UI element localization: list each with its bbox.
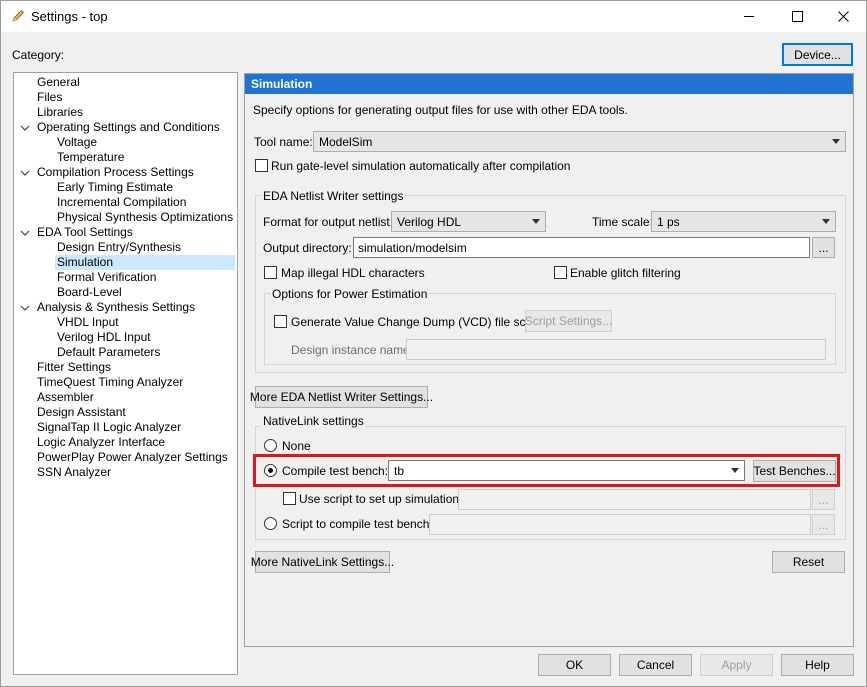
time-scale-label: Time scale: bbox=[592, 215, 653, 229]
cancel-button[interactable]: Cancel bbox=[619, 654, 692, 676]
tree-item[interactable]: Physical Synthesis Optimizations bbox=[55, 210, 235, 225]
settings-window: Settings - top Category: Device... Gener… bbox=[0, 0, 867, 687]
chevron-down-icon bbox=[532, 219, 540, 224]
nativelink-group-title: NativeLink settings bbox=[261, 414, 366, 428]
script-compile-input[interactable] bbox=[429, 514, 811, 535]
chevron-down-icon[interactable] bbox=[20, 303, 30, 313]
glitch-filter-label[interactable]: Enable glitch filtering bbox=[570, 266, 681, 280]
script-compile-browse-button[interactable]: ... bbox=[812, 514, 835, 535]
tree-item[interactable]: SignalTap II Logic Analyzer bbox=[35, 420, 183, 435]
tree-item[interactable]: Board-Level bbox=[55, 285, 124, 300]
use-script-input[interactable] bbox=[458, 489, 811, 510]
format-label: Format for output netlist: bbox=[263, 215, 394, 229]
power-group-title: Options for Power Estimation bbox=[270, 287, 430, 301]
tree-item[interactable]: Analysis & Synthesis Settings bbox=[35, 300, 197, 315]
run-gate-level-label[interactable]: Run gate-level simulation automatically … bbox=[271, 159, 570, 173]
map-illegal-checkbox[interactable] bbox=[264, 266, 277, 279]
tree-item[interactable]: TimeQuest Timing Analyzer bbox=[35, 375, 185, 390]
tree-item[interactable]: Verilog HDL Input bbox=[55, 330, 153, 345]
more-eda-settings-button[interactable]: More EDA Netlist Writer Settings... bbox=[250, 386, 433, 408]
output-dir-browse-button[interactable]: ... bbox=[812, 237, 835, 258]
panel-description: Specify options for generating output fi… bbox=[253, 103, 628, 117]
chevron-down-icon[interactable] bbox=[20, 228, 30, 238]
output-dir-input[interactable]: simulation/modelsim bbox=[353, 237, 810, 258]
maximize-button[interactable] bbox=[774, 1, 820, 32]
run-gate-level-checkbox[interactable] bbox=[255, 159, 268, 172]
tree-item[interactable]: Temperature bbox=[55, 150, 126, 165]
tree-item[interactable]: EDA Tool Settings bbox=[35, 225, 135, 240]
script-settings-button[interactable]: Script Settings... bbox=[525, 310, 612, 332]
title-bar: Settings - top bbox=[1, 1, 866, 32]
script-compile-radio[interactable] bbox=[264, 517, 277, 530]
map-illegal-label[interactable]: Map illegal HDL characters bbox=[281, 266, 425, 280]
more-nativelink-settings-button[interactable]: More NativeLink Settings... bbox=[251, 551, 394, 573]
tree-item[interactable]: Design Assistant bbox=[35, 405, 128, 420]
tree-item[interactable]: Design Entry/Synthesis bbox=[55, 240, 183, 255]
time-scale-select[interactable]: 1 ps bbox=[651, 211, 836, 232]
format-select[interactable]: Verilog HDL bbox=[391, 211, 546, 232]
vcd-checkbox[interactable] bbox=[274, 315, 287, 328]
eda-group-title: EDA Netlist Writer settings bbox=[261, 189, 406, 203]
apply-button[interactable]: Apply bbox=[700, 654, 773, 676]
simulation-panel: Simulation Specify options for generatin… bbox=[244, 73, 854, 647]
category-label: Category: bbox=[12, 48, 65, 62]
tree-item[interactable]: SSN Analyzer bbox=[35, 465, 113, 480]
tree-item[interactable]: Fitter Settings bbox=[35, 360, 113, 375]
tree-item[interactable]: Assembler bbox=[35, 390, 96, 405]
tree-item[interactable]: Early Timing Estimate bbox=[55, 180, 175, 195]
minimize-icon bbox=[743, 16, 754, 17]
vcd-label[interactable]: Generate Value Change Dump (VCD) file sc… bbox=[291, 315, 542, 329]
tree-item[interactable]: Operating Settings and Conditions bbox=[35, 120, 222, 135]
use-script-checkbox[interactable] bbox=[283, 492, 296, 505]
panel-header: Simulation bbox=[245, 74, 853, 94]
use-script-browse-button[interactable]: ... bbox=[812, 489, 835, 510]
category-tree[interactable]: General Files Libraries Operating Settings … bbox=[13, 72, 238, 675]
chevron-down-icon bbox=[832, 139, 840, 144]
reset-button[interactable]: Reset bbox=[772, 551, 845, 573]
design-instance-label: Design instance name: bbox=[291, 343, 414, 357]
tool-name-label: Tool name: bbox=[254, 135, 313, 149]
output-dir-label: Output directory: bbox=[263, 241, 352, 255]
script-compile-label[interactable]: Script to compile test bench: bbox=[282, 517, 433, 531]
format-value: Verilog HDL bbox=[397, 215, 462, 229]
tool-name-select[interactable]: ModelSim bbox=[313, 131, 846, 152]
close-icon bbox=[837, 11, 849, 22]
chevron-down-icon bbox=[822, 219, 830, 224]
tree-item[interactable]: Logic Analyzer Interface bbox=[35, 435, 167, 450]
tree-item[interactable]: Files bbox=[35, 90, 64, 105]
settings-pencil-icon bbox=[10, 8, 26, 24]
chevron-down-icon[interactable] bbox=[20, 168, 30, 178]
close-button[interactable] bbox=[820, 1, 866, 32]
tree-item[interactable]: Incremental Compilation bbox=[55, 195, 188, 210]
tree-item[interactable]: General bbox=[35, 75, 82, 90]
time-scale-value: 1 ps bbox=[657, 215, 680, 229]
tree-item[interactable]: Formal Verification bbox=[55, 270, 158, 285]
tree-item[interactable]: Compilation Process Settings bbox=[35, 165, 196, 180]
tree-item[interactable]: Libraries bbox=[35, 105, 85, 120]
device-button[interactable]: Device... bbox=[782, 43, 853, 66]
none-radio[interactable] bbox=[264, 439, 277, 452]
tree-item[interactable]: PowerPlay Power Analyzer Settings bbox=[35, 450, 230, 465]
tree-item[interactable]: Voltage bbox=[55, 135, 99, 150]
glitch-filter-checkbox[interactable] bbox=[554, 266, 567, 279]
window-title: Settings - top bbox=[31, 9, 108, 24]
maximize-icon bbox=[791, 11, 803, 22]
design-instance-input[interactable] bbox=[406, 339, 826, 360]
tree-item[interactable]: VHDL Input bbox=[55, 315, 121, 330]
tool-name-value: ModelSim bbox=[319, 135, 373, 149]
help-button[interactable]: Help bbox=[781, 654, 854, 676]
use-script-label[interactable]: Use script to set up simulation: bbox=[299, 492, 462, 506]
annotation-highlight-box bbox=[253, 454, 840, 487]
ok-button[interactable]: OK bbox=[538, 654, 611, 676]
none-label[interactable]: None bbox=[282, 439, 311, 453]
chevron-down-icon[interactable] bbox=[20, 123, 30, 133]
tree-item[interactable]: Default Parameters bbox=[55, 345, 162, 360]
minimize-button[interactable] bbox=[726, 1, 772, 32]
tree-item[interactable]: Simulation bbox=[55, 255, 235, 270]
